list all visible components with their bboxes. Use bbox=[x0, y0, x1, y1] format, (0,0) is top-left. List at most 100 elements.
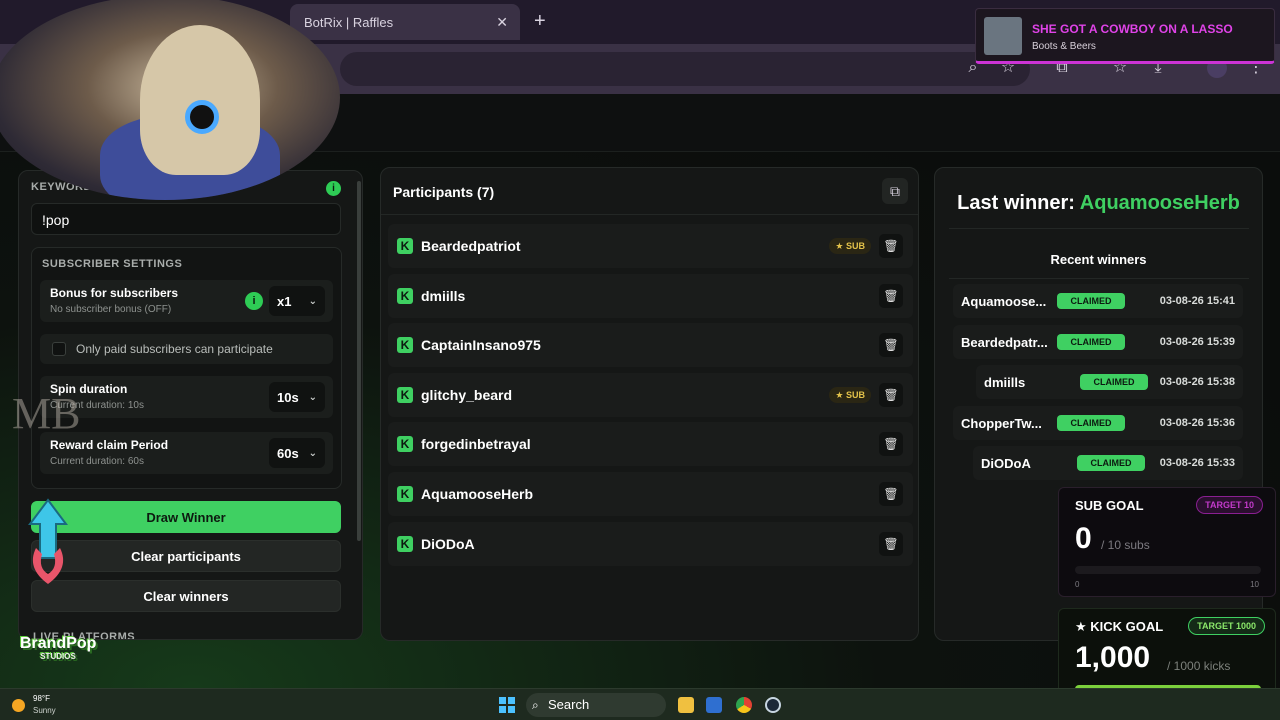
participant-row: K Beardedpatriot ★ SUB 🗑 bbox=[388, 224, 913, 268]
clear-participants-button[interactable]: Clear participants bbox=[31, 540, 341, 572]
spin-duration-select[interactable]: 10s ⌄ bbox=[269, 382, 325, 412]
kick-icon: K bbox=[397, 238, 413, 254]
bonus-select-value: x1 bbox=[277, 293, 292, 309]
file-explorer-icon[interactable] bbox=[678, 697, 694, 713]
kick-icon: K bbox=[397, 486, 413, 502]
weather-condition: Sunny bbox=[33, 706, 56, 715]
winner-name: Aquamoose... bbox=[961, 294, 1047, 309]
chrome-icon[interactable] bbox=[736, 697, 752, 713]
trash-icon[interactable]: 🗑 bbox=[879, 382, 903, 407]
kick-icon: K bbox=[397, 386, 413, 403]
arrow-logo-icon bbox=[28, 498, 68, 584]
paid-only-label: Only paid subscribers can participate bbox=[76, 342, 273, 356]
trash-icon[interactable]: 🗑 bbox=[879, 283, 903, 308]
kick-icon: K bbox=[397, 535, 413, 552]
taskbar-search[interactable]: ⌕ Search bbox=[526, 693, 666, 717]
sun-icon[interactable] bbox=[12, 699, 25, 712]
windows-start-icon[interactable] bbox=[499, 697, 515, 713]
store-icon[interactable] bbox=[706, 697, 722, 713]
clear-winners-button[interactable]: Clear winners bbox=[31, 580, 341, 612]
trash-icon[interactable]: 🗑 bbox=[879, 234, 903, 258]
divider bbox=[949, 228, 1249, 229]
keyword-input[interactable]: !pop bbox=[31, 203, 341, 235]
participant-name: forgedinbetrayal bbox=[421, 436, 531, 453]
participant-name: Beardedpatriot bbox=[421, 238, 521, 254]
chevron-down-icon: ⌄ bbox=[308, 447, 317, 459]
trash-icon[interactable]: 🗑 bbox=[879, 432, 903, 457]
sub-goal-widget: SUB GOAL TARGET 10 0 / 10 subs 0 10 bbox=[1058, 487, 1276, 597]
chevron-down-icon: ⌄ bbox=[308, 391, 317, 403]
kick-icon: K bbox=[397, 337, 413, 354]
browser-tab-active[interactable]: BotRix | Raffles ✕ bbox=[290, 4, 520, 40]
winner-row: DiODoA CLAIMED 03-08-26 15:33 bbox=[973, 446, 1243, 480]
participant-row: Kglitchy_beard ★ SUB 🗑 bbox=[388, 372, 913, 417]
last-winner-label: Last winner: bbox=[957, 192, 1075, 214]
copy-icon[interactable]: ⧉ bbox=[882, 178, 908, 204]
subscriber-settings-title: SUBSCRIBER SETTINGS bbox=[42, 258, 183, 270]
sub-goal-value: 0 bbox=[1075, 522, 1092, 555]
spin-select-value: 10s bbox=[277, 389, 299, 405]
claim-period-setting: Reward claim Period Current duration: 60… bbox=[40, 432, 333, 474]
draw-winner-button[interactable]: Draw Winner bbox=[31, 501, 341, 533]
participant-name: DiODoA bbox=[421, 535, 475, 552]
recent-winners-title: Recent winners bbox=[1050, 252, 1147, 267]
participant-row: Kdmiills 🗑 bbox=[388, 273, 913, 318]
kick-goal-target-badge: TARGET 1000 bbox=[1188, 617, 1265, 635]
bonus-info-icon[interactable]: i bbox=[245, 292, 263, 310]
sub-badge: ★ SUB bbox=[829, 238, 871, 254]
last-winner-name: AquamooseHerb bbox=[1079, 192, 1240, 214]
kick-goal-title: ★ KICK GOAL bbox=[1075, 619, 1164, 634]
taskbar-search-label: Search bbox=[548, 697, 590, 712]
sub-goal-of: / 10 subs bbox=[1101, 538, 1150, 552]
search-icon: ⌕ bbox=[532, 698, 539, 712]
scrollbar[interactable] bbox=[357, 181, 361, 541]
bonus-select[interactable]: x1 ⌄ bbox=[269, 286, 325, 316]
kick-icon: K bbox=[397, 287, 413, 304]
tab-title: BotRix | Raffles bbox=[304, 14, 394, 30]
keyword-info-icon[interactable]: i bbox=[326, 181, 341, 196]
paid-only-checkbox[interactable] bbox=[52, 342, 66, 356]
divider bbox=[381, 214, 918, 215]
trash-icon[interactable]: 🗑 bbox=[879, 333, 903, 358]
now-playing-widget: SHE GOT A COWBOY ON A LASSO Boots & Beer… bbox=[975, 8, 1275, 64]
winner-time: 03-08-26 15:38 bbox=[1159, 376, 1235, 388]
trash-icon[interactable]: 🗑 bbox=[879, 482, 903, 506]
windows-taskbar: 98°F Sunny ⌕ Search bbox=[0, 688, 1280, 720]
sub-goal-title: SUB GOAL bbox=[1075, 498, 1144, 513]
headphone-icon bbox=[185, 100, 219, 134]
claim-period-select[interactable]: 60s ⌄ bbox=[269, 438, 325, 468]
winner-name: DiODoA bbox=[981, 456, 1031, 471]
tab-close-icon[interactable]: ✕ bbox=[496, 14, 508, 31]
song-artist: Boots & Beers bbox=[1032, 41, 1096, 52]
spin-duration-setting: Spin duration Current duration: 10s 10s … bbox=[40, 376, 333, 418]
participant-name: CaptainInsano975 bbox=[421, 337, 541, 354]
paid-only-setting[interactable]: Only paid subscribers can participate bbox=[40, 334, 333, 364]
winner-time: 03-08-26 15:33 bbox=[1159, 457, 1235, 469]
winner-time: 03-08-26 15:41 bbox=[1159, 295, 1235, 307]
sub-badge: ★ SUB bbox=[829, 386, 871, 403]
participant-row: K CaptainInsano975 🗑 bbox=[388, 323, 913, 368]
bonus-title: Bonus for subscribers bbox=[50, 286, 179, 300]
winner-name: Beardedpatr... bbox=[961, 334, 1048, 350]
trash-icon[interactable]: 🗑 bbox=[879, 531, 903, 556]
sub-goal-progress-bar bbox=[1075, 566, 1261, 574]
winner-time: 03-08-26 15:36 bbox=[1159, 416, 1235, 429]
participant-name: dmiills bbox=[421, 287, 466, 304]
participant-row: K AquamooseHerb 🗑 bbox=[388, 472, 913, 516]
divider bbox=[949, 278, 1249, 279]
claimed-badge: CLAIMED bbox=[1057, 293, 1125, 309]
claim-subtitle: Current duration: 60s bbox=[50, 456, 144, 467]
kick-goal-value: 1,000 bbox=[1075, 641, 1151, 674]
kick-icon: K bbox=[397, 436, 413, 453]
winner-row: dmiills CLAIMED 03-08-26 15:38 bbox=[976, 365, 1243, 399]
new-tab-button[interactable]: + bbox=[534, 10, 546, 33]
sub-goal-min: 0 bbox=[1075, 580, 1080, 589]
claim-title: Reward claim Period bbox=[50, 438, 169, 452]
steam-icon[interactable] bbox=[765, 697, 781, 713]
participants-panel: Participants (7) ⧉ K Beardedpatriot ★ SUB 🗑… bbox=[380, 167, 919, 641]
address-bar[interactable] bbox=[340, 52, 1030, 86]
winner-row: Beardedpatr... CLAIMED 03-08-26 15:39 bbox=[953, 324, 1243, 359]
participant-name: AquamooseHerb bbox=[421, 486, 534, 502]
brandpop-name: BrandPop bbox=[20, 635, 97, 652]
winner-name: dmiills bbox=[984, 375, 1026, 390]
